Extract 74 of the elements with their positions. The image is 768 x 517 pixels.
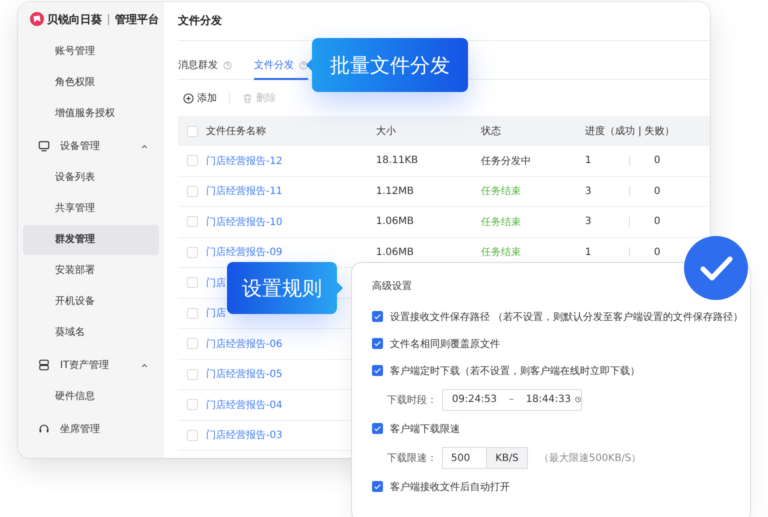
column-header: 文件任务名称 bbox=[206, 126, 266, 137]
panel-title: 高级设置 bbox=[372, 280, 413, 294]
option-label: 文件名相同则覆盖原文件 bbox=[390, 338, 500, 350]
file-task-link[interactable]: 门店经营报告-09 bbox=[206, 247, 282, 258]
add-button[interactable]: 添加 bbox=[183, 91, 217, 105]
table-cell: 0 bbox=[654, 246, 660, 258]
table-cell: 0 bbox=[654, 186, 660, 197]
column-header: 大小 bbox=[376, 126, 396, 137]
table-cell-text: 1 bbox=[585, 246, 592, 258]
monitor-icon bbox=[38, 140, 50, 152]
file-task-link[interactable]: 门店经营报告-04 bbox=[206, 400, 282, 411]
file-task-link[interactable]: 门店经营报告-12 bbox=[206, 156, 282, 167]
table-cell: 1.06MB bbox=[376, 246, 414, 258]
sidebar-group[interactable]: 坐席管理 bbox=[23, 413, 159, 445]
table-cell: 0 bbox=[654, 155, 660, 166]
file-task-link[interactable]: 门店经营报告-11 bbox=[206, 186, 282, 198]
field-label: 下载限速： bbox=[387, 452, 438, 464]
hint-text: （最大限速500KB/S） bbox=[539, 452, 642, 464]
headset-icon bbox=[38, 423, 50, 435]
table-cell: 1.06MB bbox=[376, 216, 414, 228]
status-text: 任务结束 bbox=[481, 247, 521, 258]
checkbox[interactable] bbox=[372, 365, 383, 376]
option-label: 客户端下载限速 bbox=[390, 422, 460, 436]
sidebar-item[interactable]: 增值服务授权 bbox=[23, 99, 159, 129]
column-header: 状态 bbox=[481, 126, 501, 137]
option-label: 设置接收文件保存路径 （若不设置，则默认分发至客户端设置的文件保存路径） bbox=[390, 310, 744, 324]
clock-icon bbox=[574, 394, 581, 405]
sidebar-group[interactable]: IT资产管理 bbox=[23, 349, 159, 381]
tab[interactable]: 消息群发 bbox=[178, 58, 232, 80]
table-cell: 0 bbox=[654, 216, 660, 228]
server-icon bbox=[38, 359, 50, 371]
help-icon bbox=[223, 60, 232, 70]
checkbox[interactable] bbox=[372, 338, 383, 349]
status-text: 任务结束 bbox=[481, 216, 521, 228]
column-header: 进度（成功 | 失败） bbox=[585, 124, 675, 138]
help-icon bbox=[299, 60, 308, 70]
option-label: 客户端接收文件后自动打开 bbox=[390, 480, 510, 494]
unit-label: KB/S bbox=[486, 446, 528, 468]
logo-icon bbox=[30, 12, 44, 26]
table-cell-text: 1 bbox=[585, 155, 592, 166]
brand-name: 贝锐向日葵 bbox=[47, 12, 102, 26]
sidebar-group[interactable]: 设备管理 bbox=[23, 130, 159, 162]
time-range-field[interactable]: 09:24:53 – 18:44:33 bbox=[442, 388, 582, 410]
tab[interactable]: 文件分发 bbox=[254, 58, 308, 80]
checkbox[interactable] bbox=[372, 311, 383, 322]
table-cell-text: 3 bbox=[585, 186, 592, 197]
sidebar-item[interactable]: 开机设备 bbox=[23, 287, 159, 317]
file-task-link[interactable]: 门店经营报告-05 bbox=[206, 369, 282, 380]
sidebar-item[interactable]: 角色权限 bbox=[23, 68, 159, 98]
file-task-link[interactable]: 门店经营报告-10 bbox=[206, 216, 282, 228]
sidebar-item[interactable]: 安装部署 bbox=[23, 256, 159, 286]
product-name: 管理平台 bbox=[115, 12, 159, 26]
status-text: 任务分发中 bbox=[481, 156, 531, 167]
table-cell: 1.12MB bbox=[376, 186, 414, 197]
table-cell-text: 3 bbox=[585, 216, 592, 228]
status-text: 任务结束 bbox=[481, 186, 521, 198]
sidebar-item[interactable]: 葵域名 bbox=[23, 318, 159, 348]
trash-icon bbox=[242, 92, 253, 104]
sidebar-item[interactable]: 硬件信息 bbox=[23, 382, 159, 412]
sidebar-item[interactable]: 群发管理 bbox=[23, 225, 159, 255]
sidebar-item[interactable]: 账号管理 bbox=[23, 37, 159, 67]
checkbox[interactable] bbox=[372, 423, 383, 434]
page-title: 文件分发 bbox=[178, 14, 222, 27]
table-cell: 18.11KB bbox=[376, 155, 418, 166]
file-task-link[interactable]: 门店经营报告-03 bbox=[206, 430, 282, 442]
plus-circle-icon bbox=[183, 92, 194, 104]
sidebar-item[interactable]: 共享管理 bbox=[23, 194, 159, 224]
option-label: 客户端定时下载（若不设置，则客户端在线时立即下载） bbox=[390, 364, 640, 378]
checkbox[interactable] bbox=[372, 481, 383, 492]
sidebar-item[interactable]: 设备列表 bbox=[23, 163, 159, 193]
file-task-link[interactable]: 门店 bbox=[206, 308, 226, 320]
field-label: 下载时段： bbox=[387, 394, 438, 406]
file-task-link[interactable]: 门店经营报告-06 bbox=[206, 338, 282, 350]
file-task-link[interactable]: 门店 bbox=[206, 278, 226, 289]
